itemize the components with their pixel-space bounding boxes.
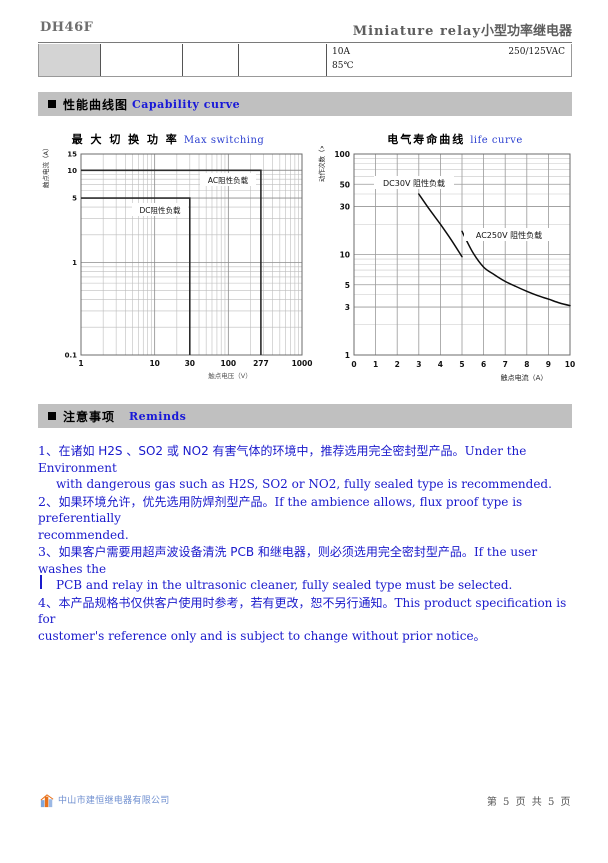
rating-voltage: 250/125VAC: [508, 47, 565, 57]
curve-DC阻性负载: [81, 197, 191, 355]
svg-text:DC阻性负载: DC阻性负载: [139, 205, 181, 215]
datasheet-page: DH46F Miniature relay小型功率继电器 10A 85℃ 250…: [0, 0, 608, 863]
chart-left-annotation-dc: DC阻性负载: [132, 203, 188, 216]
section-capability-label-cn: 性能曲线图: [63, 97, 129, 112]
remind-text-en2: recommended.: [38, 527, 129, 542]
remind-text-cn: 在诸如 H2S 、SO2 或 NO2 有害气体的环境中，推荐选用完全密封型产品。: [58, 444, 465, 458]
chart-left-title-en: Max switching: [183, 135, 265, 146]
remind-number: 2、: [38, 493, 59, 509]
svg-text:5: 5: [345, 281, 350, 290]
svg-text:1: 1: [373, 360, 378, 369]
svg-text:10: 10: [565, 360, 575, 369]
remind-text-cn: 如果环境允许，优先选用防焊剂型产品。: [58, 494, 275, 509]
svg-text:10: 10: [340, 251, 350, 260]
bullet-square-icon: [48, 412, 56, 420]
svg-text:30: 30: [340, 203, 350, 212]
section-header-reminds: 注意事项 Reminds: [38, 404, 572, 428]
header-title: Miniature relay小型功率继电器: [353, 20, 572, 39]
remind-number: 3、: [38, 544, 59, 559]
page-number: 第 5 页 共 5 页: [486, 797, 572, 808]
svg-text:3: 3: [345, 303, 350, 312]
model-number: DH46F: [40, 20, 94, 35]
svg-text:277: 277: [253, 359, 269, 368]
remind-item: 2、如果环境允许，优先选用防焊剂型产品。If the ambience allo…: [38, 494, 578, 544]
svg-text:5: 5: [459, 360, 464, 369]
remind-item: 4、本产品规格书仅供客户使用时参考，若有更改，恕不另行通知。This produ…: [38, 595, 578, 645]
remind-number: 1、: [38, 443, 59, 458]
svg-text:1: 1: [345, 351, 350, 360]
chart-right-x-axis-label: 触点电流（A）: [501, 373, 548, 382]
table-cell-empty-1: [101, 44, 183, 76]
section-capability-label-en: Capability curve: [132, 97, 241, 111]
header-title-cn: 小型功率继电器: [480, 24, 572, 39]
table-cell-shaded: [39, 44, 101, 76]
rating-current: 10A: [332, 47, 350, 57]
remind-item: 3、如果客户需要用超声波设备清洗 PCB 和继电器，则必须选用完全密封型产品。I…: [38, 544, 578, 594]
chart-life-curve: 1 3 5 10 30 50 100 0 1 2 3 4 5 6 7 8 9 10 动作次数（×10000次） …: [314, 146, 584, 386]
spec-table-row: 10A 85℃ 250/125VAC: [38, 44, 572, 77]
remind-item: 1、在诸如 H2S 、SO2 或 NO2 有害气体的环境中，推荐选用完全密封型产…: [38, 443, 578, 493]
svg-text:AC阻性负载: AC阻性负载: [208, 175, 249, 185]
chart-right-y-axis-label: 动作次数（×10000次）: [317, 146, 326, 182]
rating-text: 10A 85℃: [332, 45, 354, 73]
chart-right-title-en: life curve: [470, 135, 523, 146]
svg-text:100: 100: [221, 359, 237, 368]
chart-max-switching: 0.1 1 5 10 15 1 10 30 100 277 1000 触点电流（A） 触点电压（V…: [34, 146, 314, 386]
svg-text:7: 7: [503, 360, 508, 369]
svg-text:DC30V 阻性负载: DC30V 阻性负载: [383, 178, 445, 188]
svg-text:9: 9: [546, 360, 551, 369]
svg-text:10: 10: [67, 167, 77, 175]
svg-text:0: 0: [351, 360, 356, 369]
svg-text:0.1: 0.1: [65, 352, 78, 360]
svg-text:8: 8: [524, 360, 529, 369]
svg-text:AC250V 阻性负载: AC250V 阻性负载: [476, 230, 542, 240]
svg-text:2: 2: [395, 360, 400, 369]
reminds-list: 1、在诸如 H2S 、SO2 或 NO2 有害气体的环境中，推荐选用完全密封型产…: [38, 443, 578, 645]
page-header: DH46F Miniature relay小型功率继电器: [38, 20, 572, 43]
chart-right-annotation-ac: AC250V 阻性负载: [464, 228, 554, 241]
table-cell-rating: 10A 85℃ 250/125VAC: [327, 44, 571, 76]
chart-left-annotation-ac: AC阻性负载: [200, 173, 256, 186]
chart-right-title-cn: 电气寿命曲线: [387, 133, 466, 146]
svg-text:1: 1: [72, 259, 77, 267]
header-title-en: Miniature relay: [352, 24, 481, 39]
svg-text:4: 4: [438, 360, 443, 369]
page-footer: 中山市建恒继电器有限公司 第 5 页 共 5 页: [38, 794, 572, 814]
svg-text:100: 100: [334, 150, 350, 159]
section-reminds-label-cn: 注意事项: [63, 409, 116, 424]
remind-text-en2: PCB and relay in the ultrasonic cleaner,…: [56, 578, 513, 592]
chart-right-annotation-dc: DC30V 阻性负载: [374, 176, 454, 189]
svg-text:30: 30: [185, 359, 195, 368]
chart-left-y-axis-label: 触点电流（A）: [41, 146, 50, 188]
rating-temperature: 85℃: [332, 61, 354, 71]
company-name: 中山市建恒继电器有限公司: [58, 796, 170, 806]
remind-text-cn: 如果客户需要用超声波设备清洗 PCB 和继电器，则必须选用完全密封型产品。: [58, 545, 474, 559]
remind-number: 4、: [38, 594, 59, 610]
svg-text:6: 6: [481, 360, 486, 369]
svg-text:1000: 1000: [292, 359, 313, 368]
section-reminds-label-en: Reminds: [129, 409, 187, 423]
svg-text:50: 50: [340, 180, 350, 189]
text-cursor: [40, 575, 42, 589]
chart-left-title-cn: 最 大 切 换 功 率: [71, 133, 179, 146]
svg-text:5: 5: [72, 195, 77, 203]
svg-text:1: 1: [78, 359, 83, 368]
bullet-square-icon: [48, 100, 56, 108]
company-logo-icon: [40, 794, 54, 808]
table-cell-empty-3: [239, 44, 327, 76]
section-header-capability: 性能曲线图 Capability curve: [38, 92, 572, 116]
svg-text:3: 3: [416, 360, 421, 369]
remind-text-en2: with dangerous gas such as H2S, SO2 or N…: [56, 477, 552, 491]
table-cell-empty-2: [183, 44, 239, 76]
remind-text-cn: 本产品规格书仅供客户使用时参考，若有更改，恕不另行通知。: [58, 595, 395, 610]
svg-text:10: 10: [149, 359, 159, 368]
remind-text-en2: customer's reference only and is subject…: [38, 628, 486, 643]
svg-text:15: 15: [67, 151, 77, 159]
chart-left-x-axis-label: 触点电压（V）: [208, 371, 251, 380]
